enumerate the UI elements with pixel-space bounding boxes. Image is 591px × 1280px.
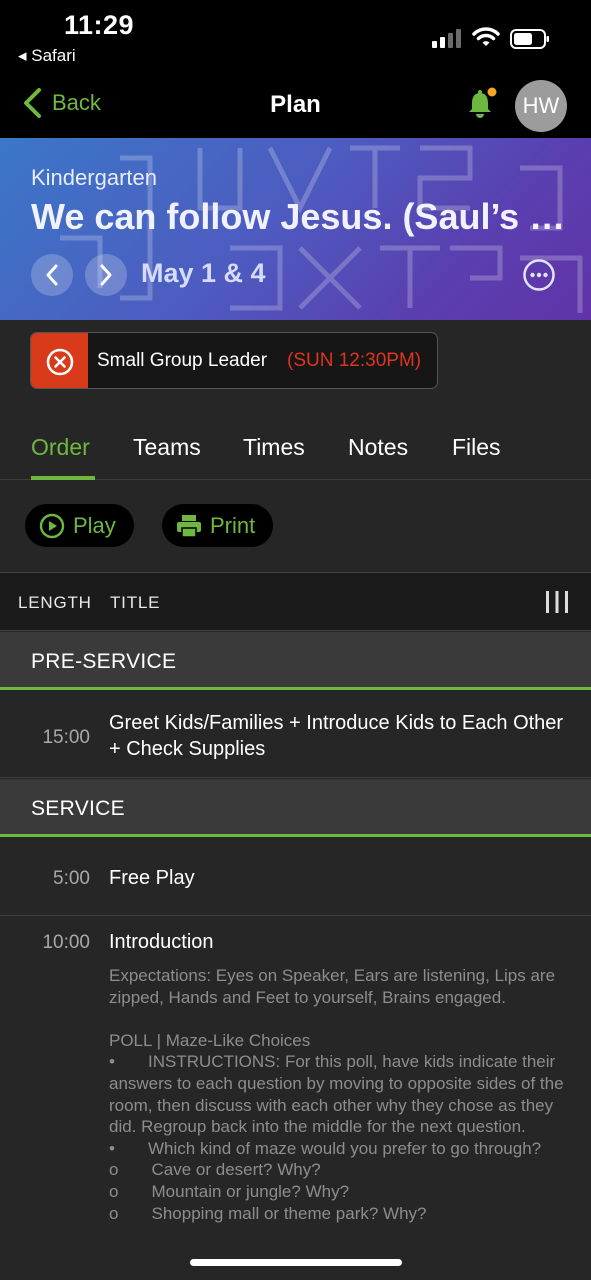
section-header-pre-service: PRE-SERVICE bbox=[0, 632, 591, 690]
print-label: Print bbox=[210, 512, 256, 538]
plan-item[interactable]: 5:00 Free Play bbox=[0, 840, 591, 916]
item-notes: Expectations: Eyes on Speaker, Ears are … bbox=[109, 966, 564, 1223]
active-tab-indicator bbox=[31, 476, 95, 480]
home-indicator[interactable] bbox=[190, 1259, 402, 1266]
status-bar: 11:29 ◂ Safari bbox=[0, 0, 591, 75]
tab-order[interactable]: Order bbox=[31, 434, 90, 461]
title-column-header: TITLE bbox=[110, 593, 161, 612]
tab-notes[interactable]: Notes bbox=[348, 434, 408, 461]
next-plan-button[interactable] bbox=[85, 254, 127, 296]
item-title: Introduction bbox=[109, 931, 214, 953]
user-avatar[interactable]: HW bbox=[515, 80, 567, 132]
cellular-signal-icon bbox=[432, 29, 461, 48]
action-buttons: Play Print bbox=[0, 481, 591, 572]
item-length: 10:00 bbox=[42, 932, 90, 953]
position-status-badge[interactable]: Small Group Leader (SUN 12:30PM) bbox=[30, 332, 438, 389]
item-length: 5:00 bbox=[53, 868, 90, 889]
item-length: 15:00 bbox=[42, 727, 90, 748]
play-button[interactable]: Play bbox=[25, 504, 134, 547]
plan-date: May 1 & 4 bbox=[141, 258, 266, 288]
battery-icon bbox=[510, 29, 549, 49]
chevron-right-icon bbox=[100, 264, 112, 286]
plan-item[interactable]: 10:00 Introduction Expectations: Eyes on… bbox=[0, 917, 591, 1280]
chevron-left-icon bbox=[46, 264, 58, 286]
tab-teams[interactable]: Teams bbox=[133, 434, 201, 461]
tab-times[interactable]: Times bbox=[243, 434, 305, 461]
page-title: Plan bbox=[270, 91, 321, 118]
section-name: PRE-SERVICE bbox=[31, 650, 177, 673]
play-label: Play bbox=[73, 512, 116, 538]
tab-files[interactable]: Files bbox=[452, 434, 501, 461]
wifi-icon bbox=[472, 27, 500, 46]
printer-icon bbox=[177, 514, 201, 538]
item-title: Free Play bbox=[109, 867, 195, 889]
play-circle-icon bbox=[39, 513, 65, 538]
position-row: Small Group Leader (SUN 12:30PM) bbox=[0, 320, 591, 406]
section-header-service: SERVICE bbox=[0, 779, 591, 837]
service-type-name: Kindergarten bbox=[31, 165, 157, 190]
status-time: 11:29 bbox=[64, 10, 135, 40]
position-role: Small Group Leader bbox=[97, 350, 268, 371]
plan-header: Kindergarten We can follow Jesus. (Saul’… bbox=[0, 138, 591, 320]
plan-title: We can follow Jesus. (Saul’s Conversion) bbox=[31, 196, 571, 237]
section-name: SERVICE bbox=[31, 797, 125, 820]
notification-bell-icon[interactable] bbox=[466, 87, 498, 121]
more-options-icon[interactable] bbox=[522, 258, 556, 292]
length-column-header: LENGTH bbox=[18, 593, 92, 612]
item-title: Greet Kids/Families + Introduce Kids to … bbox=[109, 712, 564, 760]
close-circle-icon bbox=[46, 348, 73, 375]
navigation-bar: Back Plan HW bbox=[0, 75, 591, 138]
print-button[interactable]: Print bbox=[162, 504, 274, 547]
plan-item[interactable]: 15:00 Greet Kids/Families + Introduce Ki… bbox=[0, 693, 591, 778]
previous-plan-button[interactable] bbox=[31, 254, 73, 296]
position-time: (SUN 12:30PM) bbox=[287, 350, 422, 371]
declined-status bbox=[31, 333, 88, 388]
back-to-safari-link[interactable]: ◂ Safari bbox=[18, 46, 76, 66]
order-table-header: LENGTH TITLE bbox=[0, 572, 591, 631]
columns-icon[interactable] bbox=[545, 590, 569, 614]
plan-tabs: Order Teams Times Notes Files bbox=[0, 406, 591, 480]
